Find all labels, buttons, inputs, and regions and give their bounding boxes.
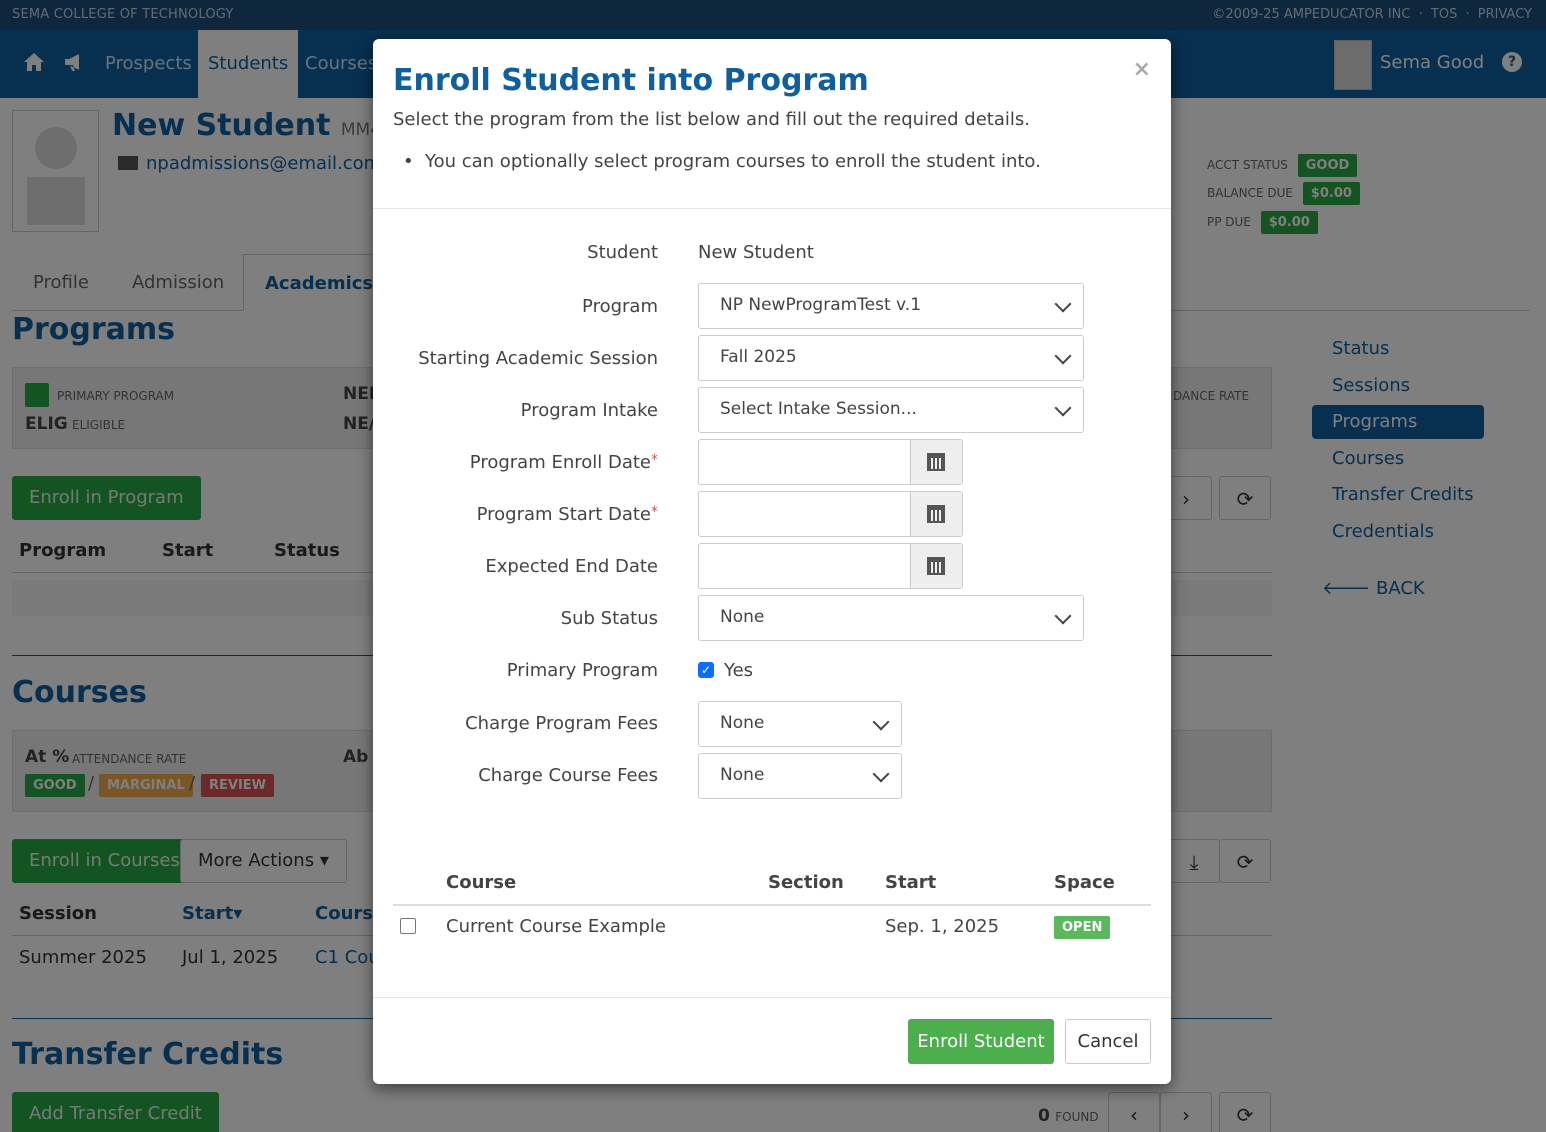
chevron-down-icon	[1054, 399, 1072, 417]
primary-program-checkbox[interactable]: ✓	[698, 662, 714, 678]
calendar-icon	[927, 505, 945, 523]
chevron-down-icon	[872, 765, 890, 783]
enroll-student-button[interactable]: Enroll Student	[908, 1019, 1054, 1064]
modal-title: Enroll Student into Program	[393, 63, 869, 98]
session-select[interactable]: Fall 2025	[698, 335, 1084, 381]
intake-label: Program Intake	[520, 400, 658, 421]
enroll-student-modal: × Enroll Student into Program Select the…	[373, 39, 1171, 1084]
calendar-icon	[927, 453, 945, 471]
course-fees-label: Charge Course Fees	[478, 765, 658, 786]
col-start: Start	[885, 872, 937, 893]
calendar-button[interactable]	[910, 492, 962, 536]
end-date-label: Expected End Date	[485, 556, 658, 577]
student-label: Student	[587, 242, 658, 263]
session-label: Starting Academic Session	[418, 348, 658, 369]
chevron-down-icon	[1054, 607, 1072, 625]
sub-status-select[interactable]: None	[698, 595, 1084, 641]
chevron-down-icon	[1054, 295, 1072, 313]
modal-description: Select the program from the list below a…	[393, 109, 1030, 130]
calendar-button[interactable]	[910, 440, 962, 484]
enroll-date-field[interactable]	[698, 439, 963, 485]
sub-status-label: Sub Status	[560, 608, 658, 629]
primary-program-label: Primary Program	[506, 660, 658, 681]
program-fees-label: Charge Program Fees	[465, 713, 658, 734]
course-start: Sep. 1, 2025	[885, 916, 1000, 937]
course-fees-select[interactable]: None	[698, 753, 902, 799]
program-label: Program	[582, 296, 658, 317]
space-open-badge: OPEN	[1054, 916, 1111, 939]
cancel-button[interactable]: Cancel	[1065, 1019, 1151, 1064]
start-date-field[interactable]	[698, 491, 963, 537]
intake-select[interactable]: Select Intake Session...	[698, 387, 1084, 433]
program-select[interactable]: NP NewProgramTest v.1	[698, 283, 1084, 329]
course-name: Current Course Example	[446, 916, 666, 937]
chevron-down-icon	[1054, 347, 1072, 365]
enroll-date-label: Program Enroll Date*	[469, 452, 658, 473]
chevron-down-icon	[872, 713, 890, 731]
col-course: Course	[446, 872, 517, 893]
program-fees-select[interactable]: None	[698, 701, 902, 747]
end-date-field[interactable]	[698, 543, 963, 589]
close-icon[interactable]: ×	[1133, 57, 1151, 82]
calendar-button[interactable]	[910, 544, 962, 588]
primary-program-yes[interactable]: Yes	[724, 660, 753, 681]
student-value: New Student	[698, 242, 814, 263]
modal-bullet: You can optionally select program course…	[403, 151, 1041, 172]
calendar-icon	[927, 557, 945, 575]
col-space: Space	[1054, 872, 1115, 893]
course-row-checkbox[interactable]	[400, 918, 416, 934]
col-section: Section	[768, 872, 844, 893]
start-date-label: Program Start Date*	[476, 504, 658, 525]
